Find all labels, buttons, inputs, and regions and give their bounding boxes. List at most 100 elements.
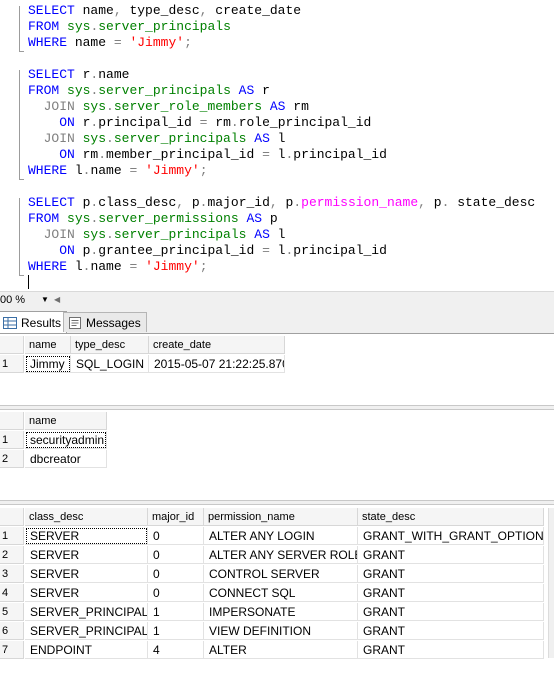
table-cell[interactable]: 0 bbox=[148, 527, 204, 545]
table-cell[interactable]: GRANT bbox=[358, 622, 544, 640]
code-line[interactable] bbox=[28, 179, 535, 195]
code-line[interactable]: SELECT r.name bbox=[28, 67, 535, 83]
table-cell[interactable]: dbcreator bbox=[25, 450, 107, 468]
column-header[interactable]: name bbox=[25, 412, 107, 430]
table-cell[interactable]: SERVER_PRINCIPAL bbox=[25, 622, 148, 640]
select-all-corner[interactable] bbox=[0, 412, 24, 430]
code-token: p bbox=[74, 243, 91, 258]
select-all-corner[interactable] bbox=[0, 508, 24, 526]
table-cell[interactable]: IMPERSONATE bbox=[204, 603, 358, 621]
code-token: = bbox=[262, 243, 270, 258]
column-header[interactable]: type_desc bbox=[71, 336, 149, 354]
code-token: . bbox=[106, 99, 114, 114]
code-token: AS bbox=[230, 83, 255, 98]
table-cell[interactable]: ALTER ANY SERVER ROLE bbox=[204, 546, 358, 564]
table-cell[interactable]: 2015-05-07 21:22:25.870 bbox=[149, 355, 285, 373]
table-cell[interactable]: SERVER bbox=[25, 527, 148, 545]
tab-results[interactable]: Results bbox=[0, 311, 68, 333]
code-token: SELECT bbox=[28, 67, 75, 82]
table-cell[interactable]: 1 bbox=[148, 622, 204, 640]
table-cell[interactable]: CONTROL SERVER bbox=[204, 565, 358, 583]
table-cell[interactable]: CONNECT SQL bbox=[204, 584, 358, 602]
code-token: AS bbox=[238, 211, 263, 226]
query-editor[interactable]: SELECT name, type_desc, create_date FROM … bbox=[0, 0, 554, 291]
code-line[interactable]: JOIN sys.server_principals AS l bbox=[28, 131, 535, 147]
table-cell[interactable]: Jimmy bbox=[25, 355, 71, 373]
code-token: server_principals bbox=[98, 83, 231, 98]
table-cell[interactable]: SERVER bbox=[25, 584, 148, 602]
row-number[interactable]: 1 bbox=[0, 527, 24, 545]
table-cell[interactable]: securityadmin bbox=[25, 431, 107, 449]
result-grid-2[interactable]: name 1 securityadmin 2 dbcreator bbox=[0, 412, 554, 472]
code-line[interactable]: FROM sys.server_principals AS r bbox=[28, 83, 535, 99]
code-line[interactable]: SELECT name, type_desc, create_date bbox=[28, 3, 535, 19]
code-line[interactable]: ON p.grantee_principal_id = l.principal_… bbox=[28, 243, 535, 259]
row-number[interactable]: 7 bbox=[0, 641, 24, 659]
table-cell[interactable]: ALTER ANY LOGIN bbox=[204, 527, 358, 545]
table-cell[interactable]: VIEW DEFINITION bbox=[204, 622, 358, 640]
column-header[interactable]: state_desc bbox=[358, 508, 544, 526]
row-number[interactable]: 1 bbox=[0, 431, 24, 449]
row-number[interactable]: 5 bbox=[0, 603, 24, 621]
row-number[interactable]: 6 bbox=[0, 622, 24, 640]
table-cell[interactable]: SERVER bbox=[25, 546, 148, 564]
table-cell[interactable]: GRANT_WITH_GRANT_OPTION bbox=[358, 527, 544, 545]
grid-splitter[interactable] bbox=[0, 405, 554, 410]
table-cell[interactable]: 0 bbox=[148, 584, 204, 602]
table-cell[interactable]: 0 bbox=[148, 546, 204, 564]
grid-splitter[interactable] bbox=[0, 500, 554, 505]
dropdown-arrow-icon[interactable]: ▼ bbox=[41, 292, 49, 308]
row-number[interactable]: 2 bbox=[0, 546, 24, 564]
sql-code[interactable]: SELECT name, type_desc, create_date FROM … bbox=[28, 3, 535, 275]
code-line[interactable]: FROM sys.server_principals bbox=[28, 19, 535, 35]
tab-messages[interactable]: Messages bbox=[63, 312, 147, 332]
code-token: , bbox=[418, 195, 426, 210]
code-line[interactable]: WHERE l.name = 'Jimmy'; bbox=[28, 163, 535, 179]
table-cell[interactable]: 4 bbox=[148, 641, 204, 659]
row-number[interactable]: 3 bbox=[0, 565, 24, 583]
table-cell[interactable]: SQL_LOGIN bbox=[71, 355, 149, 373]
row-number[interactable]: 4 bbox=[0, 584, 24, 602]
code-token: SELECT bbox=[28, 195, 75, 210]
row-number[interactable]: 1 bbox=[0, 355, 24, 373]
column-header[interactable]: class_desc bbox=[25, 508, 148, 526]
text-cursor bbox=[28, 275, 29, 289]
code-line[interactable]: WHERE name = 'Jimmy'; bbox=[28, 35, 535, 51]
vertical-scrollbar[interactable] bbox=[548, 508, 554, 658]
code-line[interactable]: WHERE l.name = 'Jimmy'; bbox=[28, 259, 535, 275]
select-all-corner[interactable] bbox=[0, 336, 24, 354]
code-line[interactable]: JOIN sys.server_role_members AS rm bbox=[28, 99, 535, 115]
column-header[interactable]: major_id bbox=[148, 508, 204, 526]
table-cell[interactable]: 0 bbox=[148, 565, 204, 583]
code-line[interactable] bbox=[28, 51, 535, 67]
row-number[interactable]: 2 bbox=[0, 450, 24, 468]
table-cell[interactable]: GRANT bbox=[358, 546, 544, 564]
table-cell[interactable]: ALTER bbox=[204, 641, 358, 659]
code-token: class_desc bbox=[98, 195, 177, 210]
code-line[interactable]: FROM sys.server_permissions AS p bbox=[28, 211, 535, 227]
table-cell[interactable]: SERVER_PRINCIPAL bbox=[25, 603, 148, 621]
column-header[interactable]: create_date bbox=[149, 336, 285, 354]
table-cell[interactable]: GRANT bbox=[358, 603, 544, 621]
table-cell[interactable]: ENDPOINT bbox=[25, 641, 148, 659]
column-header[interactable]: name bbox=[25, 336, 71, 354]
code-token: WHERE bbox=[28, 163, 68, 178]
table-cell[interactable]: 1 bbox=[148, 603, 204, 621]
code-line[interactable]: JOIN sys.server_principals AS l bbox=[28, 227, 535, 243]
table-cell[interactable]: GRANT bbox=[358, 641, 544, 659]
table-cell[interactable]: SERVER bbox=[25, 565, 148, 583]
code-line[interactable]: ON rm.member_principal_id = l.principal_… bbox=[28, 147, 535, 163]
code-token: AS bbox=[246, 131, 270, 146]
result-grid-3[interactable]: class_desc major_id permission_name state_d… bbox=[0, 508, 554, 659]
table-cell[interactable]: GRANT bbox=[358, 584, 544, 602]
outline-margin bbox=[0, 0, 24, 291]
code-token: = bbox=[113, 35, 122, 50]
code-token: name bbox=[90, 259, 130, 274]
result-grid-1[interactable]: name type_desc create_date 1 Jimmy SQL_LOGIN 2… bbox=[0, 336, 554, 376]
code-line[interactable]: ON r.principal_id = rm.role_principal_id bbox=[28, 115, 535, 131]
code-token: sys bbox=[59, 211, 91, 226]
column-header[interactable]: permission_name bbox=[204, 508, 358, 526]
table-cell[interactable]: GRANT bbox=[358, 565, 544, 583]
code-line[interactable]: SELECT p.class_desc, p.major_id, p.permi… bbox=[28, 195, 535, 211]
scroll-left-icon[interactable]: ◀ bbox=[54, 292, 60, 308]
